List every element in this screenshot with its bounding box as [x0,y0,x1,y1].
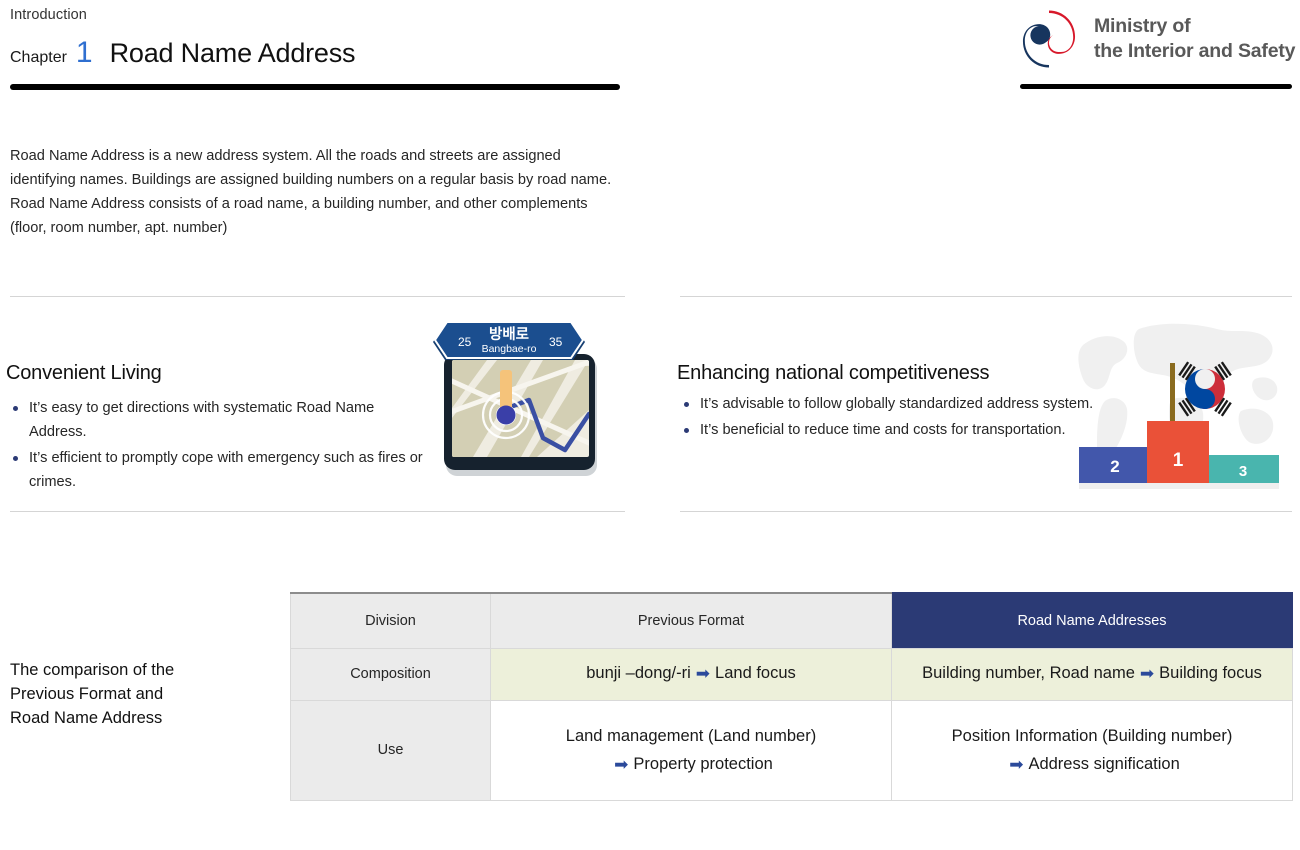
road-sign-name-en: Bangbae-ro [482,343,537,355]
podium-world-map-illustration: 2 3 1 [1078,323,1279,489]
table-row: Composition bunji –dong/-ri ➡ Land focus B… [290,647,1293,701]
cell-text: bunji –dong/-ri [586,664,691,682]
comparison-table: Division Previous Format Road Name Addre… [290,592,1293,801]
chapter-heading: Chapter 1 Road Name Address [10,36,356,69]
table-header-row: Division Previous Format Road Name Addre… [290,592,1293,649]
cell-text: Position Information (Building number) [951,726,1233,745]
right-arrow-icon: ➡ [614,754,629,774]
podium-label-second: 2 [1110,457,1119,476]
divider-right-bottom [680,511,1292,512]
header-rule-right [1020,84,1292,89]
cell-text: Building focus [1159,664,1262,682]
podium-label-third: 3 [1239,463,1247,480]
list-item: It’s efficient to promptly cope with eme… [10,446,435,494]
road-sign-left-number: 25 [458,335,472,349]
cell-text: Land focus [715,664,796,682]
list-item: It’s beneficial to reduce time and costs… [681,418,1101,442]
road-sign-map-illustration: 25 방배로 Bangbae-ro 35 [433,321,597,476]
cell-composition-road: Building number, Road name ➡ Building focu… [891,647,1293,701]
table-caption: The comparison of the Previous Format an… [10,661,175,727]
feature-title-national-competitiveness: Enhancing national competitiveness [677,362,990,384]
road-sign-name-ko: 방배로 [489,325,529,343]
cell-line: ➡ Property protection [501,750,881,779]
cell-text: Building number, Road name [922,664,1135,682]
cell-text: Address signification [1028,754,1180,773]
taegeuk-logo-icon [1022,10,1076,68]
row-label-use: Use [290,699,491,801]
column-header-road-name-addresses: Road Name Addresses [891,592,1293,649]
list-item: It’s easy to get directions with systema… [10,396,435,444]
south-korea-flag-icon [1178,361,1232,417]
feature-title-convenient-living: Convenient Living [6,362,162,384]
slide-page: Introduction Chapter 1 Road Name Address… [0,0,1300,850]
feature-bullets-convenient-living: It’s easy to get directions with systema… [10,396,435,496]
eyebrow-label: Introduction [10,7,87,23]
column-header-division: Division [290,592,491,649]
row-label-composition: Composition [290,647,491,701]
column-header-previous-format: Previous Format [490,592,892,649]
page-title: Road Name Address [109,38,356,68]
divider-left-top [10,296,625,297]
right-arrow-icon: ➡ [1009,754,1024,774]
header-rule-left [10,84,620,90]
right-arrow-icon: ➡ [1139,664,1155,683]
cell-line: ➡ Address signification [902,750,1282,779]
chapter-number: 1 [75,36,93,69]
cell-composition-previous: bunji –dong/-ri ➡ Land focus [490,647,892,701]
road-sign-plate: 25 방배로 Bangbae-ro 35 [433,321,585,360]
road-sign-right-number: 35 [549,335,563,349]
divider-right-top [680,296,1292,297]
cell-text: Property protection [633,754,773,773]
podium-label-first: 1 [1173,450,1184,471]
chapter-word: Chapter [10,49,67,66]
cell-use-previous: Land management (Land number) ➡ Property … [490,699,892,801]
list-item: It’s advisable to follow globally standa… [681,392,1101,416]
divider-left-bottom [10,511,625,512]
ministry-logo-text: Ministry of the Interior and Safety [1094,15,1296,62]
table-row: Use Land management (Land number) ➡ Prope… [290,699,1293,801]
intro-paragraph: Road Name Address is a new address syste… [10,148,612,236]
right-arrow-icon: ➡ [695,664,711,683]
cell-use-road: Position Information (Building number) ➡… [891,699,1293,801]
ministry-logo: Ministry of the Interior and Safety [1018,8,1295,70]
feature-bullets-national-competitiveness: It’s advisable to follow globally standa… [681,392,1101,444]
cell-text: Land management (Land number) [565,726,817,745]
